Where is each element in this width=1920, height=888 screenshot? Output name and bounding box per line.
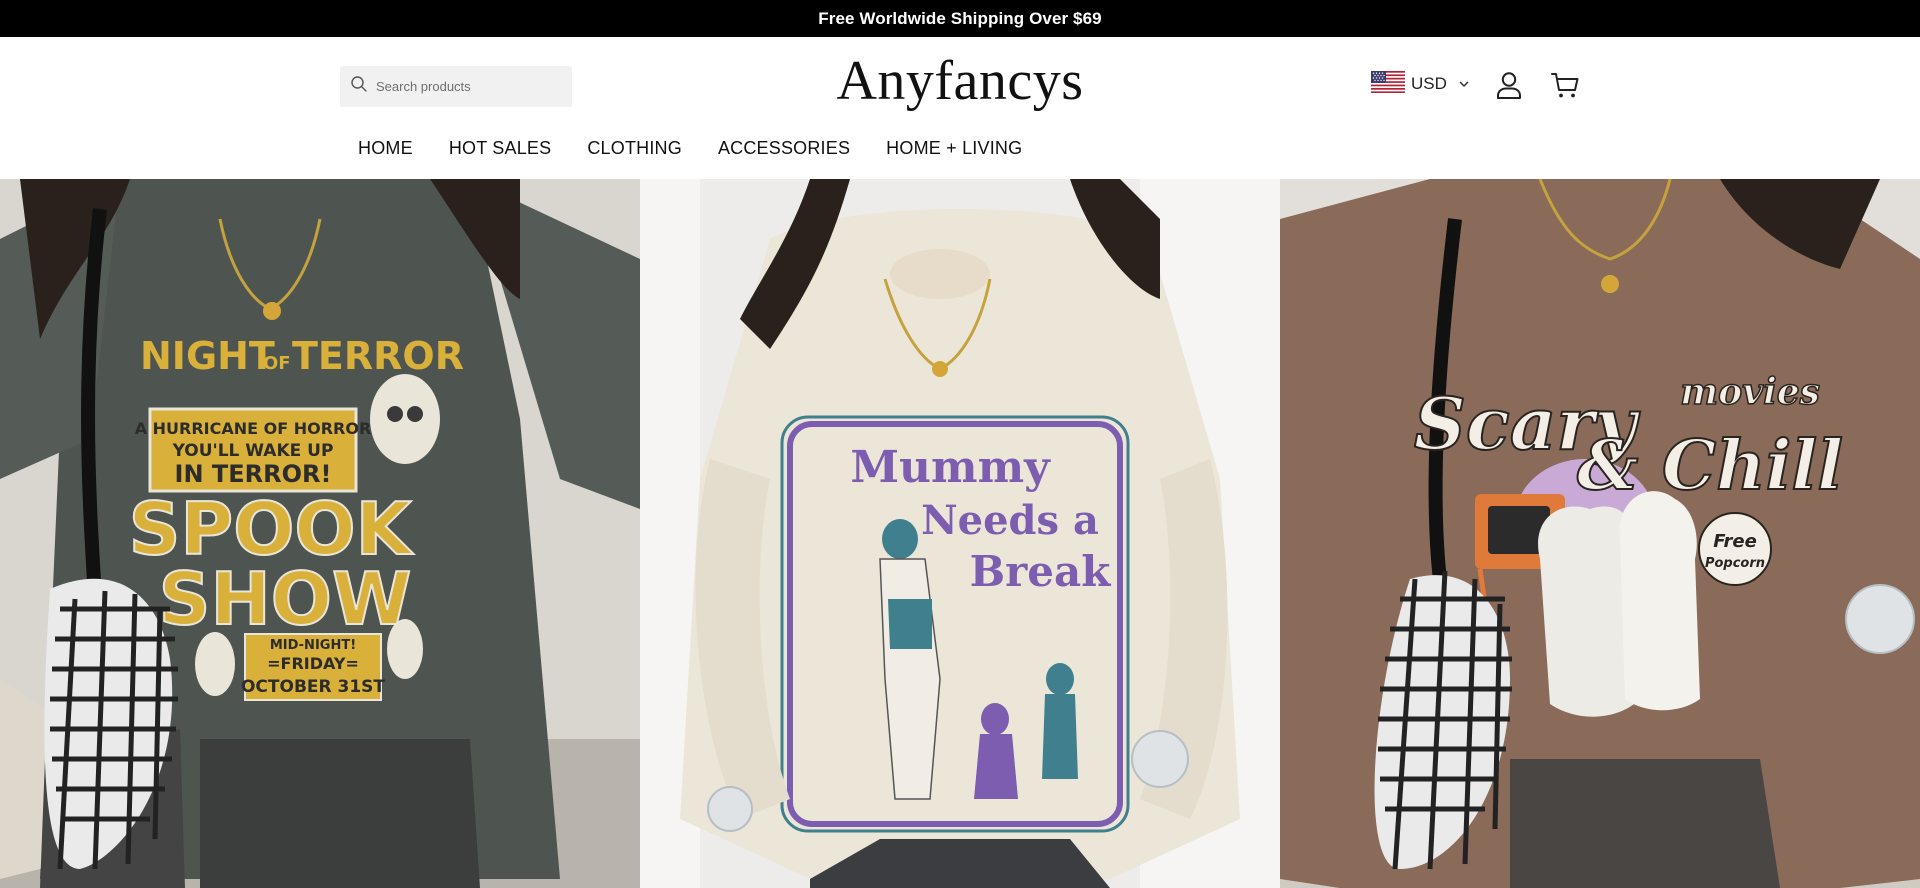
svg-text:TERROR: TERROR <box>292 334 464 378</box>
nav-item-clothing[interactable]: CLOTHING <box>569 138 700 159</box>
main-nav: HOME HOT SALES CLOTHING ACCESSORIES HOME… <box>340 130 1040 166</box>
svg-text:MID-NIGHT!: MID-NIGHT! <box>270 638 356 653</box>
hero-banner[interactable]: NIGHT OF TERROR A HURRICANE OF HORROR YO… <box>0 179 1920 888</box>
nav-item-hot-sales[interactable]: HOT SALES <box>431 138 570 159</box>
svg-text:NIGHT: NIGHT <box>140 334 275 378</box>
nav-item-home-living[interactable]: HOME + LIVING <box>868 138 1040 159</box>
svg-text:Popcorn: Popcorn <box>1705 556 1765 571</box>
svg-text:OF: OF <box>263 353 291 374</box>
site-header: Anyfancys USD <box>0 37 1920 179</box>
search-icon[interactable] <box>350 75 368 98</box>
svg-text:Break: Break <box>970 547 1112 596</box>
user-icon[interactable] <box>1494 70 1524 100</box>
search-input[interactable] <box>376 79 556 94</box>
search-box[interactable] <box>340 66 572 107</box>
svg-text:SHOW: SHOW <box>159 557 412 641</box>
chevron-down-icon <box>1459 75 1469 93</box>
nav-item-accessories[interactable]: ACCESSORIES <box>700 138 868 159</box>
svg-text:Needs a: Needs a <box>921 497 1099 544</box>
svg-text:=FRIDAY=: =FRIDAY= <box>267 654 359 673</box>
site-logo[interactable]: Anyfancys <box>810 51 1110 111</box>
svg-text:YOU'LL WAKE UP: YOU'LL WAKE UP <box>172 441 334 461</box>
svg-text:Free: Free <box>1713 531 1757 552</box>
hero-image-scary-movies-chill[interactable]: Scary movies & Chill Free Popcorn <box>1280 179 1920 888</box>
nav-item-home[interactable]: HOME <box>340 138 431 159</box>
currency-selector[interactable]: USD <box>1371 70 1469 98</box>
svg-text:A HURRICANE OF HORROR: A HURRICANE OF HORROR <box>135 419 372 438</box>
announcement-bar: Free Worldwide Shipping Over $69 <box>0 0 1920 37</box>
svg-text:Mummy: Mummy <box>850 442 1051 493</box>
us-flag-icon <box>1371 70 1405 98</box>
currency-code: USD <box>1411 74 1447 93</box>
announcement-text: Free Worldwide Shipping Over $69 <box>818 8 1102 28</box>
svg-text:movies: movies <box>1680 371 1820 413</box>
hero-image-mummy-needs-a-break[interactable]: Mummy Needs a Break <box>640 179 1280 888</box>
cart-icon[interactable] <box>1550 70 1580 100</box>
svg-text:IN TERROR!: IN TERROR! <box>175 460 332 488</box>
hero-image-spook-show[interactable]: NIGHT OF TERROR A HURRICANE OF HORROR YO… <box>0 179 640 888</box>
svg-text:OCTOBER 31ST: OCTOBER 31ST <box>241 677 385 697</box>
svg-text:& Chill: & Chill <box>1577 426 1843 506</box>
